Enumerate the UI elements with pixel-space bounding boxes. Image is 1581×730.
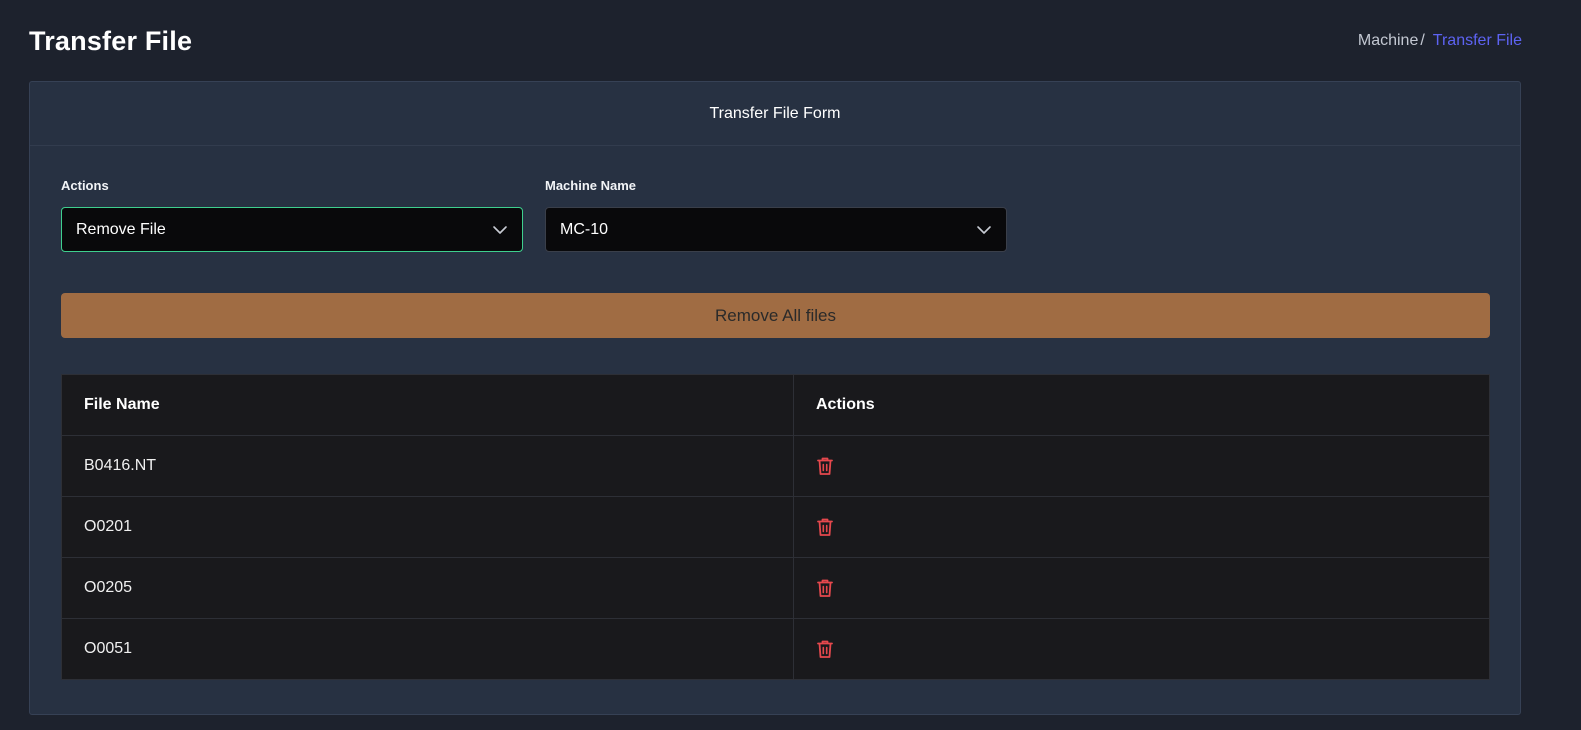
breadcrumb-machine[interactable]: Machine — [1358, 32, 1418, 50]
table-row: O0205 — [61, 557, 1490, 619]
machine-name-label: Machine Name — [545, 178, 637, 193]
table-row: O0051 — [61, 618, 1490, 680]
chevron-down-icon — [493, 225, 507, 234]
page-title: Transfer File — [29, 25, 193, 56]
breadcrumb-current: Transfer File — [1432, 32, 1522, 49]
table-header-row: File Name Actions — [61, 374, 1490, 436]
page-header: Transfer File Machine / Transfer File — [29, 20, 1522, 62]
file-table: File Name Actions B0416.NT O0201 O0205 O… — [61, 374, 1490, 680]
file-name-cell: O0201 — [61, 496, 794, 558]
transfer-file-card: Transfer File Form Actions Remove File M… — [29, 81, 1521, 715]
actions-label: Actions — [61, 178, 109, 193]
breadcrumb: Machine / Transfer File — [1358, 32, 1522, 50]
actions-select[interactable]: Remove File — [61, 207, 523, 252]
breadcrumb-separator: / — [1420, 32, 1425, 49]
file-name-cell: B0416.NT — [61, 435, 794, 497]
actions-select-value: Remove File — [76, 220, 166, 238]
table-row: O0201 — [61, 496, 1490, 558]
trash-icon[interactable] — [816, 517, 834, 537]
table-row: B0416.NT — [61, 435, 1490, 497]
card-title: Transfer File Form — [30, 82, 1520, 146]
machine-name-select[interactable]: MC-10 — [545, 207, 1007, 252]
form-row: Actions Remove File Machine Name MC-10 — [61, 178, 1007, 252]
chevron-down-icon — [977, 225, 991, 234]
trash-icon[interactable] — [816, 639, 834, 659]
column-header-actions: Actions — [793, 374, 1490, 436]
actions-cell — [793, 496, 1490, 558]
file-name-cell: O0051 — [61, 618, 794, 680]
actions-cell — [794, 619, 1490, 680]
file-name-cell: O0205 — [61, 557, 794, 619]
column-header-file-name: File Name — [61, 374, 794, 436]
remove-all-files-button[interactable]: Remove All files — [61, 293, 1490, 338]
machine-group: Machine Name MC-10 — [545, 178, 1007, 252]
actions-group: Actions Remove File — [61, 178, 523, 252]
machine-name-select-value: MC-10 — [560, 220, 609, 238]
trash-icon[interactable] — [816, 578, 834, 598]
actions-cell — [793, 557, 1490, 619]
actions-cell — [793, 435, 1490, 497]
trash-icon[interactable] — [816, 456, 834, 476]
